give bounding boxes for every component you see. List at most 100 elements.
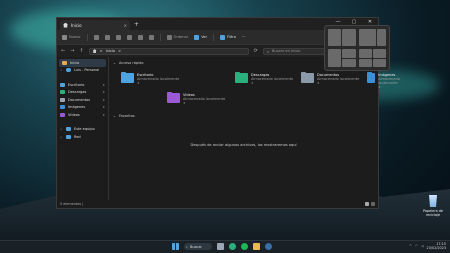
folder-icon	[367, 71, 376, 83]
cloud-icon	[66, 68, 71, 73]
pc-icon	[66, 127, 71, 132]
snap-zone[interactable]	[358, 58, 372, 67]
task-view-icon[interactable]	[217, 243, 224, 250]
quick-access-item-escritorio[interactable]: Escritorio Almacenado localmente ✶	[121, 71, 179, 85]
new-button[interactable]: Nuevo	[62, 34, 81, 40]
close-tab-icon[interactable]: ×	[124, 23, 127, 28]
explorer-icon[interactable]	[253, 243, 260, 250]
copy-button[interactable]	[104, 34, 110, 40]
chevron-right-icon[interactable]: >	[60, 135, 63, 139]
pin-icon: ✶	[378, 85, 381, 89]
filter-icon	[220, 34, 226, 40]
chevron-up-icon[interactable]: ^	[409, 244, 412, 248]
sidebar-item-este-equipo[interactable]: > Este equipo	[57, 126, 108, 134]
back-button[interactable]: ←	[61, 48, 65, 54]
delete-button[interactable]	[148, 34, 154, 40]
sidebar-item-documentos[interactable]: Documentos ✶	[57, 96, 108, 104]
chevron-right-icon[interactable]: >	[60, 127, 63, 131]
rename-button[interactable]	[126, 34, 132, 40]
snap-zone[interactable]	[372, 49, 386, 58]
filter-label: Filtro	[227, 35, 236, 39]
item-sub: Almacenado localmente	[317, 77, 360, 81]
sidebar-item-inicio[interactable]: Inicio	[59, 59, 106, 67]
snap-zone[interactable]	[342, 29, 356, 46]
section-quick-access[interactable]: ⌄ Acceso rápido	[113, 61, 144, 65]
folder-icon	[167, 91, 180, 103]
sidebar-item-label: Escritorio	[68, 82, 85, 87]
sidebar-item-label: Imágenes	[68, 105, 86, 110]
paste-button[interactable]	[115, 34, 121, 40]
divider	[213, 33, 215, 41]
snap-zone[interactable]	[328, 49, 342, 67]
sort-button[interactable]: Ordenar	[166, 34, 189, 40]
sidebar-item-descargas[interactable]: Descargas ✶	[57, 89, 108, 97]
status-bar: 5 elementos |	[57, 200, 378, 208]
details-view-icon[interactable]	[365, 202, 369, 206]
item-sub: Almacenado localmente	[251, 77, 294, 81]
more-button[interactable]: ···	[242, 35, 245, 39]
quick-access-item-videos[interactable]: Vídeos Almacenado localmente ✶	[167, 91, 225, 105]
new-button-label: Nuevo	[69, 35, 81, 39]
share-button[interactable]	[137, 34, 143, 40]
edge-icon[interactable]	[229, 243, 236, 250]
taskbar-search[interactable]: ⌕ Buscar	[184, 243, 212, 250]
start-icon[interactable]	[172, 243, 179, 250]
item-text: Escritorio Almacenado localmente ✶	[137, 73, 179, 85]
quick-access-item-imagenes[interactable]: Imágenes Almacenado localmente ✶	[367, 71, 405, 89]
divider	[159, 33, 161, 41]
sort-label: Ordenar	[173, 35, 189, 39]
section-title: Acceso rápido	[118, 61, 144, 65]
sidebar-item-onedrive[interactable]: > Luis - Personal	[57, 67, 108, 75]
tab-inicio[interactable]: Inicio ×	[60, 20, 130, 30]
sidebar-item-label: Descargas	[68, 90, 87, 95]
section-favorites[interactable]: ⌄ Favoritos	[113, 114, 135, 118]
item-sub: Almacenado localmente	[137, 77, 180, 81]
view-icon	[194, 34, 200, 40]
clock[interactable]: 17:15 23/02/2023	[426, 242, 446, 250]
pin-icon: ✶	[137, 81, 140, 85]
forward-button[interactable]: →	[70, 48, 74, 54]
wifi-icon[interactable]: ◠	[415, 244, 418, 248]
quick-access-item-documentos[interactable]: Documentos Almacenado localmente ✶	[301, 71, 360, 85]
sidebar-item-imagenes[interactable]: Imágenes ✶	[57, 104, 108, 112]
cut-button[interactable]	[93, 34, 99, 40]
steam-icon[interactable]	[265, 243, 272, 250]
view-button[interactable]: Ver	[194, 34, 207, 40]
recycle-bin-icon	[429, 195, 437, 207]
tiles-view-icon[interactable]	[371, 202, 375, 206]
snap-layouts-flyout	[324, 25, 390, 71]
snap-zone[interactable]	[358, 49, 372, 58]
snap-zone[interactable]	[342, 49, 356, 58]
snap-layout-quadrants	[358, 49, 386, 67]
up-button[interactable]: ↑	[79, 48, 83, 54]
chevron-right-icon[interactable]: >	[60, 68, 63, 72]
system-tray: ^ ◠ ◁ 17:15 23/02/2023	[409, 242, 446, 250]
snap-zone[interactable]	[372, 58, 386, 67]
recycle-bin-label: reciclaje	[425, 213, 441, 217]
sidebar-item-red[interactable]: > Red	[57, 133, 108, 141]
cut-icon	[93, 34, 99, 40]
filter-button[interactable]: Filtro	[220, 34, 236, 40]
recycle-bin[interactable]: Papelera de reciclaje	[419, 195, 447, 217]
folder-icon	[121, 71, 134, 83]
item-text: Vídeos Almacenado localmente ✶	[183, 93, 225, 105]
quick-access-item-descargas[interactable]: Descargas Almacenado localmente ✶	[235, 71, 294, 85]
sidebar-item-label: Red	[74, 134, 81, 139]
snap-zone[interactable]	[377, 29, 386, 46]
spotify-icon[interactable]	[241, 243, 248, 250]
sort-icon	[166, 34, 172, 40]
address-bar[interactable]: > Inicio >	[88, 47, 249, 55]
volume-icon[interactable]: ◁	[421, 244, 424, 248]
snap-zone[interactable]	[358, 29, 377, 46]
pin-icon: ✶	[102, 97, 105, 102]
sidebar-item-label: Luis - Personal	[74, 68, 100, 73]
snap-zone[interactable]	[328, 29, 342, 46]
sidebar-item-videos[interactable]: Vídeos ✶	[57, 111, 108, 119]
content-area: Inicio > Luis - Personal Escritorio ✶ De…	[57, 57, 400, 200]
path-segment-inicio[interactable]: Inicio	[106, 49, 116, 53]
sidebar-item-escritorio[interactable]: Escritorio ✶	[57, 81, 108, 89]
new-tab-button[interactable]: +	[134, 21, 139, 28]
snap-zone[interactable]	[342, 58, 356, 67]
refresh-button[interactable]: ⟳	[254, 48, 258, 54]
